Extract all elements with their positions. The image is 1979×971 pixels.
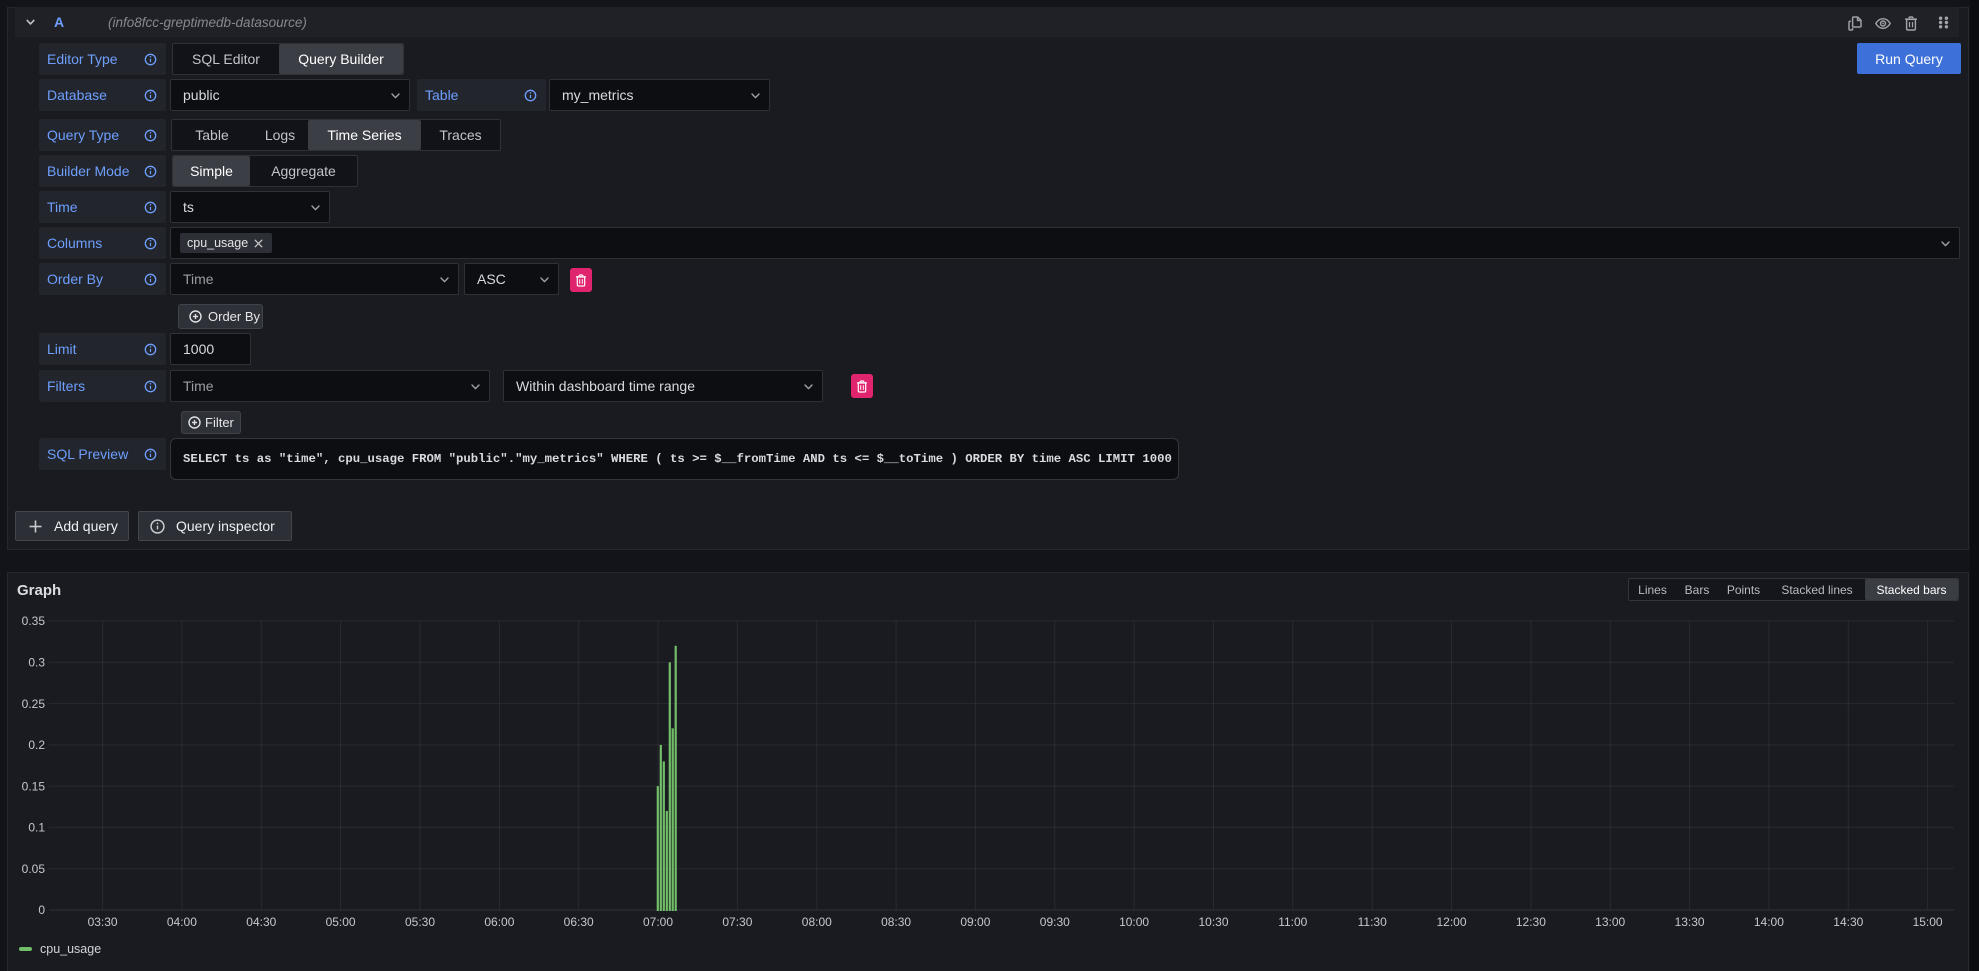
svg-text:03:30: 03:30 — [88, 915, 118, 929]
svg-text:14:30: 14:30 — [1833, 915, 1863, 929]
svg-text:10:30: 10:30 — [1198, 915, 1228, 929]
svg-text:0.2: 0.2 — [28, 738, 45, 752]
svg-text:13:00: 13:00 — [1595, 915, 1625, 929]
svg-text:11:00: 11:00 — [1278, 915, 1307, 929]
svg-text:0.05: 0.05 — [22, 862, 46, 876]
svg-text:0.1: 0.1 — [28, 821, 45, 835]
svg-text:0.15: 0.15 — [22, 779, 46, 793]
svg-text:07:00: 07:00 — [643, 915, 673, 929]
svg-text:05:30: 05:30 — [405, 915, 435, 929]
svg-text:06:30: 06:30 — [564, 915, 594, 929]
svg-text:0.3: 0.3 — [28, 656, 45, 670]
svg-text:14:00: 14:00 — [1754, 915, 1784, 929]
svg-text:09:00: 09:00 — [960, 915, 990, 929]
svg-text:08:30: 08:30 — [881, 915, 911, 929]
svg-text:04:00: 04:00 — [167, 915, 197, 929]
svg-text:04:30: 04:30 — [246, 915, 276, 929]
svg-text:12:00: 12:00 — [1436, 915, 1466, 929]
svg-text:0: 0 — [38, 903, 45, 917]
svg-text:12:30: 12:30 — [1516, 915, 1546, 929]
svg-text:09:30: 09:30 — [1040, 915, 1070, 929]
svg-text:05:00: 05:00 — [326, 915, 356, 929]
svg-text:08:00: 08:00 — [802, 915, 832, 929]
svg-text:0.25: 0.25 — [22, 697, 46, 711]
svg-text:0.35: 0.35 — [22, 614, 46, 628]
svg-text:15:00: 15:00 — [1913, 915, 1943, 929]
svg-text:07:30: 07:30 — [722, 915, 752, 929]
svg-text:13:30: 13:30 — [1675, 915, 1705, 929]
svg-text:06:00: 06:00 — [484, 915, 514, 929]
svg-text:11:30: 11:30 — [1358, 915, 1387, 929]
svg-text:10:00: 10:00 — [1119, 915, 1149, 929]
